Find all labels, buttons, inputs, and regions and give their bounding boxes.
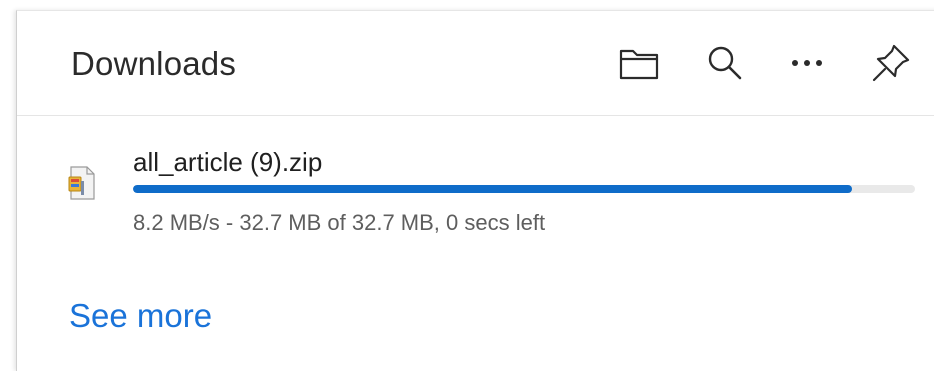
download-status: 8.2 MB/s - 32.7 MB of 32.7 MB, 0 secs le… — [133, 210, 546, 235]
folder-icon — [619, 49, 659, 80]
pin-button[interactable] — [867, 41, 915, 85]
open-folder-button[interactable] — [615, 41, 663, 85]
download-progress-fill — [133, 185, 853, 193]
more-options-button[interactable] — [783, 41, 831, 85]
search-icon — [708, 46, 742, 80]
zip-file-icon — [68, 166, 95, 200]
more-dots-icon — [792, 60, 822, 66]
see-more-link[interactable]: See more — [69, 297, 212, 335]
download-file-name[interactable]: all_article (9).zip — [133, 147, 322, 178]
download-progress-bar — [133, 185, 915, 193]
downloads-panel: Downloads all_article (9).zip 8.2 MB/s -… — [16, 10, 934, 371]
downloads-header: Downloads — [17, 11, 934, 116]
panel-title: Downloads — [71, 45, 237, 82]
search-button[interactable] — [701, 41, 749, 85]
pin-icon — [872, 44, 910, 82]
download-item[interactable]: all_article (9).zip 8.2 MB/s - 32.7 MB o… — [17, 129, 934, 249]
